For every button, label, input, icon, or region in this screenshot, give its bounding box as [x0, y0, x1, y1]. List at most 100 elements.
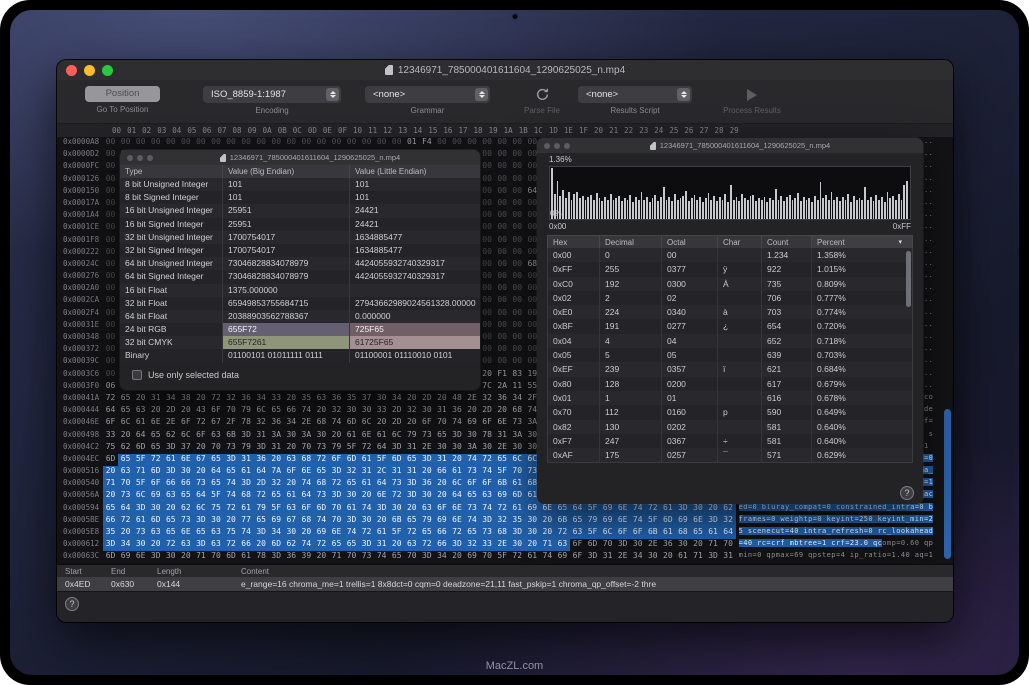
statistics-row[interactable]: 0x022027060.777% [548, 291, 912, 305]
table-scrollbar[interactable] [905, 250, 911, 461]
byte-cell[interactable]: 20 [404, 503, 419, 515]
byte-cell[interactable]: 2A [495, 381, 510, 393]
byte-cell[interactable]: 3D [103, 539, 118, 551]
vertical-scrollbar[interactable] [942, 137, 953, 564]
byte-cell[interactable]: 72 [193, 417, 208, 429]
byte-cell[interactable]: 3D [224, 454, 239, 466]
byte-cell[interactable]: 6D [148, 515, 163, 527]
byte-cell[interactable]: 00 [329, 137, 344, 149]
inspector-row[interactable]: Binary01100101 01011111 011101100001 011… [120, 349, 480, 362]
byte-cell[interactable]: 32 [329, 405, 344, 417]
close-button[interactable] [127, 155, 133, 161]
byte-cell[interactable]: 64 [570, 503, 585, 515]
byte-cell[interactable]: 6C [510, 454, 525, 466]
byte-cell[interactable]: 73 [178, 515, 193, 527]
byte-cell[interactable]: 00 [495, 137, 510, 149]
byte-cell[interactable]: 31 [254, 430, 269, 442]
byte-cell[interactable]: 7A [269, 466, 284, 478]
byte-cell[interactable]: 00 [510, 186, 525, 198]
byte-cell[interactable]: 30 [344, 490, 359, 502]
byte-cell[interactable]: 00 [480, 198, 495, 210]
byte-cell[interactable]: 3D [193, 539, 208, 551]
byte-cell[interactable]: 00 [510, 210, 525, 222]
byte-cell[interactable]: 65 [419, 527, 434, 539]
ascii-column[interactable]: min=0 qpmax=69 qpstep=4 ip_ratio=1.40 aq… [739, 551, 933, 563]
byte-cell[interactable]: 00 [510, 137, 525, 149]
inspector-row[interactable]: 32 bit Signed Integer1700754017163488547… [120, 244, 480, 257]
process-results-button[interactable] [747, 86, 757, 103]
byte-cell[interactable]: 00 [495, 344, 510, 356]
byte-cell[interactable]: 20 [103, 466, 118, 478]
byte-cell[interactable]: 36 [284, 551, 299, 563]
byte-cell[interactable]: 00 [103, 259, 118, 271]
inspector-titlebar[interactable]: 12346971_785000401611604_1290625025_n.mp… [120, 150, 480, 165]
byte-cell[interactable]: 64 [193, 490, 208, 502]
byte-cell[interactable]: 00 [495, 186, 510, 198]
byte-cell[interactable]: 63 [314, 393, 329, 405]
byte-cell[interactable]: 6F [148, 478, 163, 490]
byte-cell[interactable]: 63 [284, 503, 299, 515]
statistics-row[interactable]: 0x011016160.678% [548, 391, 912, 405]
byte-cell[interactable]: 72 [118, 515, 133, 527]
byte-cell[interactable]: 70 [224, 405, 239, 417]
byte-cell[interactable]: 35 [344, 393, 359, 405]
statistics-row[interactable]: 0xFF2550377ÿ9221.015% [548, 262, 912, 276]
byte-cell[interactable]: 72 [404, 527, 419, 539]
byte-cell[interactable]: 00 [480, 320, 495, 332]
byte-cell[interactable]: 00 [103, 161, 118, 173]
byte-cell[interactable]: 63 [570, 527, 585, 539]
byte-cell[interactable]: 00 [389, 137, 404, 149]
inspector-row[interactable]: 8 bit Signed Integer101101 [120, 191, 480, 204]
byte-cell[interactable]: 00 [103, 210, 118, 222]
byte-cell[interactable]: 66 [434, 466, 449, 478]
byte-cell[interactable]: 74 [449, 417, 464, 429]
byte-cell[interactable]: 6C [193, 503, 208, 515]
help-button[interactable]: ? [65, 597, 79, 611]
byte-cell[interactable]: 6F [480, 478, 495, 490]
byte-cell[interactable]: 2C [374, 466, 389, 478]
byte-cell[interactable]: 36 [329, 393, 344, 405]
byte-cell[interactable]: 66 [434, 539, 449, 551]
inspector-row[interactable]: 24 bit RGB655F72725F65 [120, 323, 480, 336]
byte-cell[interactable]: 74 [344, 527, 359, 539]
byte-cell[interactable]: 5F [585, 527, 600, 539]
statistics-header-cell[interactable]: Char [718, 236, 762, 248]
byte-cell[interactable]: 6F [103, 417, 118, 429]
byte-cell[interactable]: 6E [495, 417, 510, 429]
byte-cell[interactable]: 65 [208, 454, 223, 466]
byte-cell[interactable]: 00 [480, 222, 495, 234]
byte-cell[interactable]: 31 [239, 454, 254, 466]
byte-cell[interactable]: 63 [480, 490, 495, 502]
byte-cell[interactable]: 6C [389, 430, 404, 442]
byte-cell[interactable]: 78 [480, 430, 495, 442]
byte-cell[interactable]: 65 [465, 527, 480, 539]
inspector-row[interactable]: 8 bit Unsigned Integer101101 [120, 178, 480, 191]
byte-cell[interactable]: 33 [269, 393, 284, 405]
byte-cell[interactable]: 65 [208, 478, 223, 490]
byte-cell[interactable]: 65 [434, 430, 449, 442]
byte-cell[interactable]: 72 [645, 503, 660, 515]
byte-cell[interactable]: 30 [630, 539, 645, 551]
byte-cell[interactable]: 3D [193, 515, 208, 527]
byte-cell[interactable]: 6E [449, 503, 464, 515]
byte-cell[interactable]: 00 [495, 198, 510, 210]
byte-cell[interactable]: 00 [480, 161, 495, 173]
byte-cell[interactable]: 6E [133, 551, 148, 563]
byte-cell[interactable]: 69 [148, 490, 163, 502]
byte-cell[interactable]: 3D [706, 515, 721, 527]
statistics-row[interactable]: 0x8012802006170.679% [548, 377, 912, 391]
byte-cell[interactable]: 00 [344, 137, 359, 149]
byte-cell[interactable]: 00 [103, 149, 118, 161]
byte-cell[interactable]: 5F [344, 442, 359, 454]
byte-cell[interactable]: 6E [178, 454, 193, 466]
byte-cell[interactable]: 2D [254, 478, 269, 490]
byte-cell[interactable]: 00 [510, 295, 525, 307]
byte-cell[interactable]: 65 [269, 405, 284, 417]
byte-cell[interactable]: 00 [495, 283, 510, 295]
byte-cell[interactable]: 00 [495, 332, 510, 344]
byte-cell[interactable]: 6E [449, 515, 464, 527]
byte-cell[interactable]: 34 [254, 393, 269, 405]
byte-cell[interactable]: 00 [480, 174, 495, 186]
byte-cell[interactable]: 61 [510, 478, 525, 490]
byte-cell[interactable]: 74 [630, 503, 645, 515]
